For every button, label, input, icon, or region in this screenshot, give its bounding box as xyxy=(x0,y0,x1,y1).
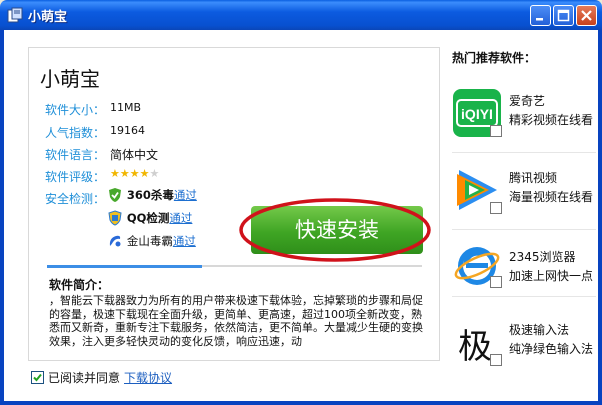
recommend-item-iqiyi[interactable]: iQIYI 爱奇艺 精彩视频在线看 xyxy=(450,85,596,147)
red-highlight-ellipse xyxy=(239,198,431,262)
check-icon xyxy=(33,373,42,382)
installer-window: 小萌宝 小萌宝 软件大小： 11MB 人气指数： 19164 软件语言： 简体中… xyxy=(0,0,602,405)
star-icon: ★ xyxy=(119,167,130,180)
recommend-item-jisu-input[interactable]: 极 极速输入法 纯净绿色输入法 xyxy=(450,314,596,376)
popularity-label: 人气指数： xyxy=(45,126,106,140)
jinshan-name: 金山毒霸 xyxy=(126,234,173,248)
2345-browser-checkbox[interactable] xyxy=(490,276,502,288)
star-empty-icon: ★ xyxy=(149,167,160,180)
tencent-video-checkbox[interactable] xyxy=(490,202,502,214)
iqiyi-logo-text: iQIYI xyxy=(461,106,493,122)
jinshan-icon xyxy=(109,235,121,247)
maximize-button[interactable] xyxy=(553,5,574,26)
agreement-text: 已阅读并同意 xyxy=(48,371,121,385)
minimize-icon xyxy=(536,18,543,21)
minimize-button[interactable] xyxy=(530,5,551,26)
app-icon xyxy=(7,7,23,23)
tencent-video-desc: 海量视频在线看 xyxy=(509,190,594,204)
star-icon: ★ xyxy=(129,167,140,180)
intro-divider-active xyxy=(47,265,202,268)
agreement-row: 已阅读并同意 下载协议 xyxy=(31,369,172,386)
close-button[interactable] xyxy=(576,5,597,26)
2345-browser-name: 2345浏览器 xyxy=(509,250,576,264)
recommend-item-2345-browser[interactable]: 2345浏览器 加速上网快一点 xyxy=(450,236,596,298)
rating-label: 软件评级： xyxy=(45,170,106,184)
window-border-right xyxy=(598,30,602,405)
rating-stars: ★★★★★ xyxy=(110,166,159,180)
360-pass-link[interactable]: 通过 xyxy=(174,188,197,202)
size-value: 11MB xyxy=(110,101,142,114)
download-agreement-link[interactable]: 下载协议 xyxy=(124,371,172,385)
agreement-checkbox[interactable] xyxy=(31,371,44,384)
app-name-heading: 小萌宝 xyxy=(40,67,100,91)
360-name: 360杀毒 xyxy=(126,188,174,202)
security-jinshan: 金山毒霸通过 xyxy=(107,233,196,250)
qq-pass-link[interactable]: 通过 xyxy=(169,211,192,225)
qq-name: QQ检测 xyxy=(126,211,170,225)
jisu-input-name: 极速输入法 xyxy=(509,323,570,337)
2345-browser-desc: 加速上网快一点 xyxy=(509,269,594,283)
qq-shield-icon xyxy=(108,210,122,226)
maximize-icon xyxy=(557,9,570,22)
close-icon xyxy=(581,10,592,21)
language-value: 简体中文 xyxy=(110,148,159,162)
iqiyi-checkbox[interactable] xyxy=(490,125,502,137)
iqiyi-desc: 精彩视频在线看 xyxy=(509,113,594,127)
recommend-divider xyxy=(452,152,596,153)
popularity-value: 19164 xyxy=(110,124,145,137)
intro-text: ，智能云下载器致力为所有的用户带来极速下载体验，忘掉繁琐的步骤和局促的容量，极速… xyxy=(49,294,423,348)
title-bar[interactable]: 小萌宝 xyxy=(0,0,602,30)
language-label: 软件语言： xyxy=(45,148,106,162)
size-label: 软件大小： xyxy=(45,103,106,117)
security-360: 360杀毒通过 xyxy=(107,187,197,204)
iqiyi-name: 爱奇艺 xyxy=(509,94,546,108)
jinshan-pass-link[interactable]: 通过 xyxy=(173,234,196,248)
star-icon: ★ xyxy=(139,167,150,180)
window-title: 小萌宝 xyxy=(28,10,68,25)
intro-title: 软件简介： xyxy=(49,278,110,292)
recommend-divider xyxy=(452,229,596,230)
star-icon: ★ xyxy=(110,167,120,180)
recommend-divider xyxy=(452,296,596,297)
security-qq: QQ检测通过 xyxy=(107,210,192,227)
recommend-item-tencent-video[interactable]: 腾讯视频 海量视频在线看 xyxy=(450,162,596,224)
security-label: 安全检测： xyxy=(45,192,106,206)
window-border-bottom xyxy=(0,401,602,405)
360-shield-icon xyxy=(109,188,121,202)
recommend-title: 热门推荐软件： xyxy=(452,51,537,65)
jisu-logo-text: 极 xyxy=(458,327,492,366)
tencent-video-name: 腾讯视频 xyxy=(509,171,558,185)
jisu-input-checkbox[interactable] xyxy=(490,354,502,366)
jisu-input-desc: 纯净绿色输入法 xyxy=(509,342,594,356)
